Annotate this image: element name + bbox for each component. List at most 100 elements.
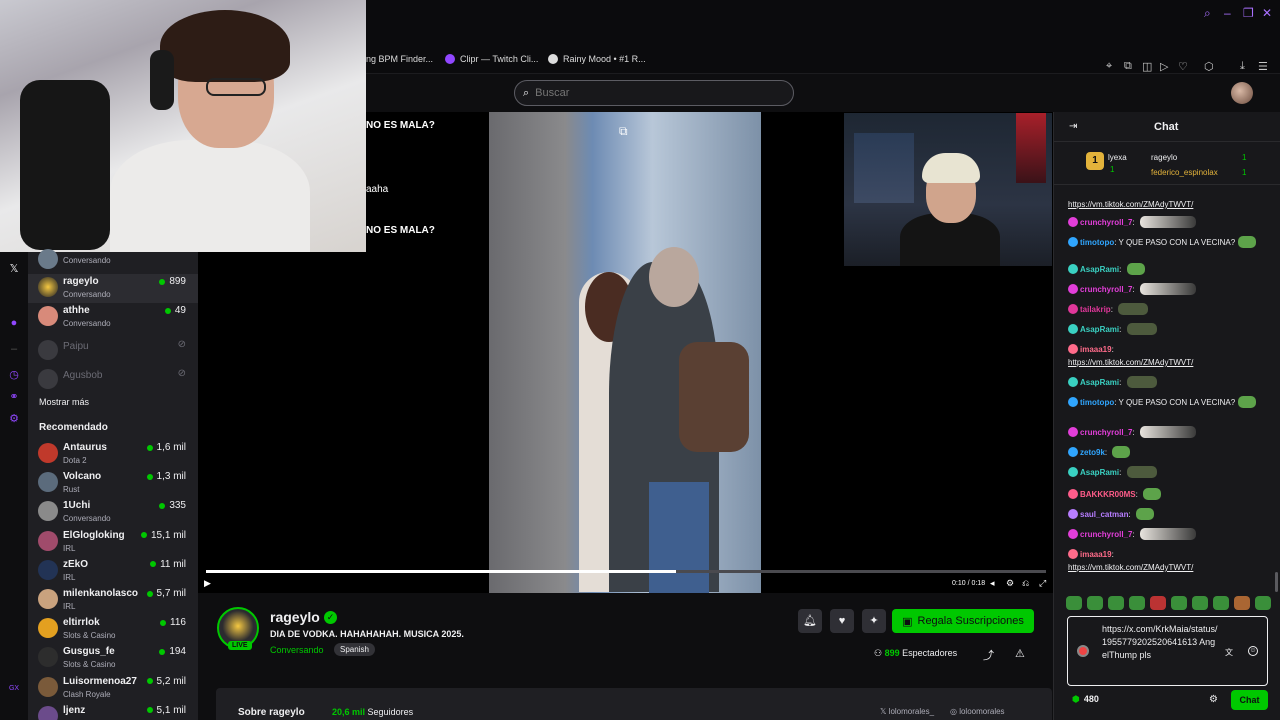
chat-username[interactable]: saul_catman [1080,510,1128,519]
emote-icon[interactable] [1192,596,1208,610]
emote-icon[interactable] [1087,596,1103,610]
chat-settings-icon[interactable]: ⚙ [1209,694,1218,705]
share-icon[interactable]: ⤴ [983,647,994,663]
chat-username[interactable]: BAKKKR00MS [1080,490,1136,499]
play-icon[interactable]: ▷ [1160,60,1168,73]
recommended-channel-item[interactable]: milenkanolasco IRL 5,7 mil [28,586,198,615]
link-icon[interactable]: ⚭ [7,390,21,404]
recommended-channel-item[interactable]: ElGlogloking IRL 15,1 mil [28,528,198,557]
chat-username[interactable]: crunchyroll_7 [1080,285,1132,294]
chat-username[interactable]: zeto9k [1080,448,1105,457]
camera-icon[interactable]: ◫ [1142,60,1152,73]
search-icon[interactable]: ⌕ [1204,6,1211,21]
restore-icon[interactable]: ❐ [1243,6,1254,20]
chat-identity-icon[interactable] [1077,645,1089,657]
chat-leaderboard[interactable]: 1 lyexa 1 rageylo 1 federico_espinolax 1 [1054,143,1280,185]
chat-username[interactable]: AsapRami [1080,468,1119,477]
bookmark-rainy-mood[interactable]: Rainy Mood • #1 R... [548,54,646,64]
user-avatar[interactable] [1231,82,1253,104]
extensions-icon[interactable]: ⬡ [1204,60,1214,73]
emote-icon[interactable] [1213,596,1229,610]
stream-category[interactable]: Conversando [270,645,324,655]
minimize-icon[interactable]: – [1224,6,1231,20]
channel-category: Conversando [63,319,111,328]
recommended-channel-item[interactable]: ljenz 5,1 mil [28,703,198,720]
recommended-channel-item[interactable]: 1Uchi Conversando 335 [28,498,198,527]
emote-icon[interactable] [1066,596,1082,610]
fullscreen-icon[interactable]: ⤢ [1039,578,1046,589]
chat-username[interactable]: tailakrip [1080,305,1111,314]
bookmark-bpm[interactable]: ng BPM Finder... [366,54,433,64]
channel-item-paipu[interactable]: Paipu ⊘ [28,337,198,366]
chat-scrollbar[interactable] [1275,572,1278,592]
volume-icon[interactable]: ◂ [990,578,995,589]
chat-username[interactable]: AsapRami [1080,378,1119,387]
streamer-name[interactable]: rageylo [270,609,320,625]
recommended-channel-item[interactable]: Antaurus Dota 2 1,6 mil [28,440,198,469]
channel-points[interactable]: ⬢ 480 [1072,694,1099,705]
video-progress-bar[interactable] [206,570,1046,573]
settings-icon[interactable]: ⚙ [1006,578,1014,589]
send-chat-button[interactable]: Chat [1231,690,1268,710]
pin-icon[interactable]: ⌖ [1106,60,1112,73]
emote-icon[interactable] [1150,596,1166,610]
download-icon[interactable]: ⤓ [1240,60,1245,73]
recommended-channel-item[interactable]: zEkO IRL 11 mil [28,557,198,586]
recommended-channel-item[interactable]: Luisormenoa27 Clash Royale 5,2 mil [28,674,198,703]
report-icon[interactable]: ⚠ [1015,647,1025,660]
chat-username[interactable]: imaaa19 [1080,550,1112,559]
chat-link[interactable]: https://vm.tiktok.com/ZMAdyTWVT/ [1068,563,1193,572]
chat-username[interactable]: crunchyroll_7 [1080,428,1132,437]
recommended-channel-item[interactable]: Volcano Rust 1,3 mil [28,469,198,498]
chat-input[interactable]: https://x.com/KrkMaia/status/19557792025… [1067,616,1268,686]
instagram-handle-link[interactable]: ◎ loloomorales [950,707,1005,716]
x-icon[interactable]: 𝕏 [7,262,21,276]
channel-name: ljenz [63,704,86,716]
clock-icon[interactable]: ◷ [7,368,21,382]
emote-icon[interactable] [1108,596,1124,610]
close-icon[interactable]: ✕ [1262,6,1272,20]
boost-button[interactable]: ✦ [862,609,886,633]
chat-username[interactable]: crunchyroll_7 [1080,530,1132,539]
emote-icon[interactable] [1171,596,1187,610]
channel-item-athhe[interactable]: athhe Conversando 49 [28,303,198,332]
x-handle-link[interactable]: 𝕏 lolomorales_ [880,707,934,716]
collapse-icon[interactable]: ⇥ [1069,121,1077,132]
channel-item-partial[interactable]: Conversando [28,246,198,275]
emote-icon[interactable] [1255,596,1271,610]
gear-icon[interactable]: ⚙ [7,412,21,426]
recommended-channel-item[interactable]: Gusgus_fe Slots & Casino 194 [28,644,198,673]
channel-item-rageylo[interactable]: rageylo Conversando 899 [28,274,198,303]
chat-link[interactable]: https://vm.tiktok.com/ZMAdyTWVT/ [1068,200,1193,209]
search-input[interactable] [535,87,776,99]
emote-icon[interactable] [1129,596,1145,610]
chat-input-text[interactable]: https://x.com/KrkMaia/status/19557792025… [1102,623,1220,662]
chat-username[interactable]: AsapRami [1080,325,1119,334]
language-tag[interactable]: Spanish [334,643,375,656]
chat-username[interactable]: crunchyroll_7 [1080,218,1132,227]
clip-icon[interactable]: ⎌ [1022,578,1029,589]
recommended-channel-item[interactable]: eltirrlok Slots & Casino 116 [28,615,198,644]
search-bar[interactable]: ⌕ [514,80,794,106]
channel-item-agusbob[interactable]: Agusbob ⊘ [28,366,198,395]
menu-icon[interactable]: ☰ [1258,60,1268,73]
play-pause-icon[interactable]: ▶ [204,578,211,589]
chat-username[interactable]: timotopo [1080,398,1114,407]
gx-icon[interactable]: GX [7,682,21,696]
chat-username[interactable]: AsapRami [1080,265,1119,274]
bookmark-clipr[interactable]: Clipr — Twitch Cli... [445,54,538,64]
emote-icon[interactable] [1234,596,1250,610]
gift-subs-button[interactable]: ▣ Regala Suscripciones [892,609,1034,633]
heart-icon[interactable]: ♡ [1178,60,1188,73]
chat-link[interactable]: https://vm.tiktok.com/ZMAdyTWVT/ [1068,358,1193,367]
chat-username[interactable]: timotopo [1080,238,1114,247]
follow-heart-button[interactable]: ♥ [830,609,854,633]
translate-icon[interactable]: 文 [1225,647,1233,658]
crop-icon[interactable]: ⧉ [1124,60,1132,73]
emoji-icon[interactable]: ☺ [1248,646,1258,656]
notification-bell-button[interactable]: 🔔︎ [798,609,822,633]
pip-toggle-icon[interactable]: ⧉ [619,124,628,139]
show-more-link[interactable]: Mostrar más [39,397,89,407]
chat-username[interactable]: imaaa19 [1080,345,1112,354]
circle-icon[interactable]: ● [7,316,21,330]
